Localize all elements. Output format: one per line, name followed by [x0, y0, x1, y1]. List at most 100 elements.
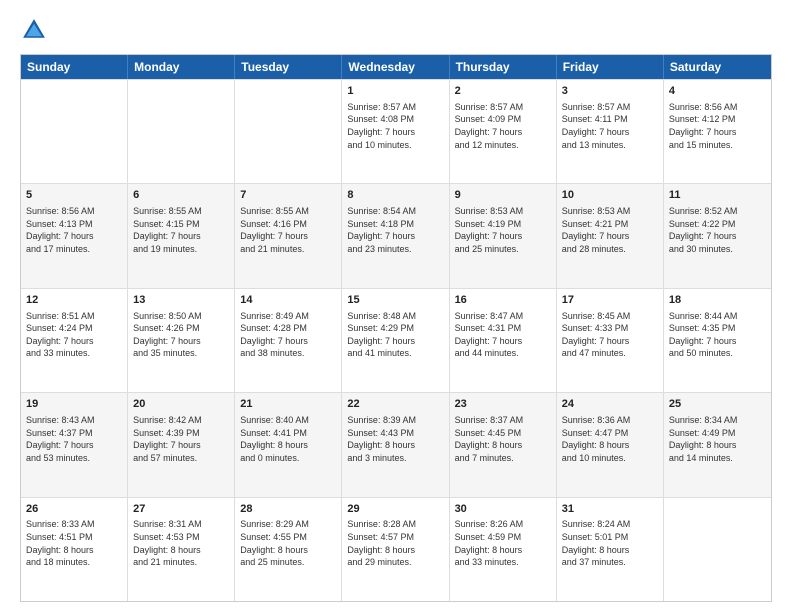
cell-text: Sunrise: 8:55 AM Sunset: 4:16 PM Dayligh… — [240, 205, 336, 255]
day-number: 3 — [562, 84, 658, 99]
cal-cell: 29Sunrise: 8:28 AM Sunset: 4:57 PM Dayli… — [342, 498, 449, 601]
day-number: 7 — [240, 188, 336, 203]
header-day-sunday: Sunday — [21, 55, 128, 79]
cell-text: Sunrise: 8:34 AM Sunset: 4:49 PM Dayligh… — [669, 414, 766, 464]
cell-text: Sunrise: 8:40 AM Sunset: 4:41 PM Dayligh… — [240, 414, 336, 464]
cal-cell: 5 Sunrise: 8:56 AM Sunset: 4:13 PM Daylig… — [21, 184, 128, 287]
cell-text: Sunrise: 8:31 AM Sunset: 4:53 PM Dayligh… — [133, 518, 229, 568]
day-number: 9 — [455, 188, 551, 203]
cal-cell: 7 Sunrise: 8:55 AM Sunset: 4:16 PM Daylig… — [235, 184, 342, 287]
header-day-thursday: Thursday — [450, 55, 557, 79]
cal-cell: 16 Sunrise: 8:47 AM Sunset: 4:31 PM Dayli… — [450, 289, 557, 392]
day-number: 31 — [562, 502, 658, 517]
cell-text: Sunrise: 8:39 AM Sunset: 4:43 PM Dayligh… — [347, 414, 443, 464]
cell-text: Sunrise: 8:47 AM Sunset: 4:31 PM Dayligh… — [455, 310, 551, 360]
cal-cell: 1Sunrise: 8:57 AM Sunset: 4:08 PM Daylig… — [342, 80, 449, 183]
cal-cell: 15Sunrise: 8:48 AM Sunset: 4:29 PM Dayli… — [342, 289, 449, 392]
cell-text: Sunrise: 8:33 AM Sunset: 4:51 PM Dayligh… — [26, 518, 122, 568]
calendar-row-1: 1Sunrise: 8:57 AM Sunset: 4:08 PM Daylig… — [21, 79, 771, 183]
cell-text: Sunrise: 8:56 AM Sunset: 4:12 PM Dayligh… — [669, 101, 766, 151]
day-number: 13 — [133, 293, 229, 308]
cal-cell: 27Sunrise: 8:31 AM Sunset: 4:53 PM Dayli… — [128, 498, 235, 601]
calendar: SundayMondayTuesdayWednesdayThursdayFrid… — [20, 54, 772, 602]
cal-cell: 19Sunrise: 8:43 AM Sunset: 4:37 PM Dayli… — [21, 393, 128, 496]
calendar-header: SundayMondayTuesdayWednesdayThursdayFrid… — [21, 55, 771, 79]
header-day-saturday: Saturday — [664, 55, 771, 79]
cell-text: Sunrise: 8:28 AM Sunset: 4:57 PM Dayligh… — [347, 518, 443, 568]
day-number: 14 — [240, 293, 336, 308]
cal-cell: 3 Sunrise: 8:57 AM Sunset: 4:11 PM Daylig… — [557, 80, 664, 183]
cell-text: Sunrise: 8:51 AM Sunset: 4:24 PM Dayligh… — [26, 310, 122, 360]
day-number: 28 — [240, 502, 336, 517]
cell-text: Sunrise: 8:37 AM Sunset: 4:45 PM Dayligh… — [455, 414, 551, 464]
cell-text: Sunrise: 8:24 AM Sunset: 5:01 PM Dayligh… — [562, 518, 658, 568]
cal-cell: 28Sunrise: 8:29 AM Sunset: 4:55 PM Dayli… — [235, 498, 342, 601]
cal-cell: 6 Sunrise: 8:55 AM Sunset: 4:15 PM Daylig… — [128, 184, 235, 287]
day-number: 26 — [26, 502, 122, 517]
cell-text: Sunrise: 8:36 AM Sunset: 4:47 PM Dayligh… — [562, 414, 658, 464]
day-number: 6 — [133, 188, 229, 203]
day-number: 16 — [455, 293, 551, 308]
calendar-row-3: 12 Sunrise: 8:51 AM Sunset: 4:24 PM Dayli… — [21, 288, 771, 392]
day-number: 27 — [133, 502, 229, 517]
day-number: 12 — [26, 293, 122, 308]
day-number: 4 — [669, 84, 766, 99]
logo — [20, 16, 52, 44]
cell-text: Sunrise: 8:55 AM Sunset: 4:15 PM Dayligh… — [133, 205, 229, 255]
cell-text: Sunrise: 8:56 AM Sunset: 4:13 PM Dayligh… — [26, 205, 122, 255]
cal-cell: 12 Sunrise: 8:51 AM Sunset: 4:24 PM Dayli… — [21, 289, 128, 392]
day-number: 20 — [133, 397, 229, 412]
cal-cell: 13 Sunrise: 8:50 AM Sunset: 4:26 PM Dayli… — [128, 289, 235, 392]
calendar-row-5: 26Sunrise: 8:33 AM Sunset: 4:51 PM Dayli… — [21, 497, 771, 601]
cell-text: Sunrise: 8:54 AM Sunset: 4:18 PM Dayligh… — [347, 205, 443, 255]
cal-cell: 25 Sunrise: 8:34 AM Sunset: 4:49 PM Dayli… — [664, 393, 771, 496]
cell-text: Sunrise: 8:29 AM Sunset: 4:55 PM Dayligh… — [240, 518, 336, 568]
cell-text: Sunrise: 8:50 AM Sunset: 4:26 PM Dayligh… — [133, 310, 229, 360]
cell-text: Sunrise: 8:26 AM Sunset: 4:59 PM Dayligh… — [455, 518, 551, 568]
day-number: 24 — [562, 397, 658, 412]
day-number: 2 — [455, 84, 551, 99]
day-number: 1 — [347, 84, 443, 99]
cell-text: Sunrise: 8:57 AM Sunset: 4:11 PM Dayligh… — [562, 101, 658, 151]
cal-cell: 26Sunrise: 8:33 AM Sunset: 4:51 PM Dayli… — [21, 498, 128, 601]
cal-cell: 20 Sunrise: 8:42 AM Sunset: 4:39 PM Dayli… — [128, 393, 235, 496]
day-number: 21 — [240, 397, 336, 412]
calendar-row-4: 19Sunrise: 8:43 AM Sunset: 4:37 PM Dayli… — [21, 392, 771, 496]
cal-cell — [235, 80, 342, 183]
cal-cell: 11Sunrise: 8:52 AM Sunset: 4:22 PM Dayli… — [664, 184, 771, 287]
cal-cell: 22Sunrise: 8:39 AM Sunset: 4:43 PM Dayli… — [342, 393, 449, 496]
cal-cell: 14 Sunrise: 8:49 AM Sunset: 4:28 PM Dayli… — [235, 289, 342, 392]
calendar-body: 1Sunrise: 8:57 AM Sunset: 4:08 PM Daylig… — [21, 79, 771, 601]
header-day-friday: Friday — [557, 55, 664, 79]
cell-text: Sunrise: 8:52 AM Sunset: 4:22 PM Dayligh… — [669, 205, 766, 255]
cal-cell: 31Sunrise: 8:24 AM Sunset: 5:01 PM Dayli… — [557, 498, 664, 601]
cell-text: Sunrise: 8:48 AM Sunset: 4:29 PM Dayligh… — [347, 310, 443, 360]
day-number: 10 — [562, 188, 658, 203]
cell-text: Sunrise: 8:44 AM Sunset: 4:35 PM Dayligh… — [669, 310, 766, 360]
header-day-tuesday: Tuesday — [235, 55, 342, 79]
day-number: 30 — [455, 502, 551, 517]
logo-icon — [20, 16, 48, 44]
cal-cell — [664, 498, 771, 601]
cal-cell: 4 Sunrise: 8:56 AM Sunset: 4:12 PM Daylig… — [664, 80, 771, 183]
day-number: 29 — [347, 502, 443, 517]
cal-cell: 17 Sunrise: 8:45 AM Sunset: 4:33 PM Dayli… — [557, 289, 664, 392]
cal-cell — [21, 80, 128, 183]
cal-cell: 18 Sunrise: 8:44 AM Sunset: 4:35 PM Dayli… — [664, 289, 771, 392]
day-number: 18 — [669, 293, 766, 308]
cal-cell: 23 Sunrise: 8:37 AM Sunset: 4:45 PM Dayli… — [450, 393, 557, 496]
cal-cell: 9Sunrise: 8:53 AM Sunset: 4:19 PM Daylig… — [450, 184, 557, 287]
cell-text: Sunrise: 8:49 AM Sunset: 4:28 PM Dayligh… — [240, 310, 336, 360]
cal-cell: 8Sunrise: 8:54 AM Sunset: 4:18 PM Daylig… — [342, 184, 449, 287]
cal-cell — [128, 80, 235, 183]
header-day-wednesday: Wednesday — [342, 55, 449, 79]
day-number: 25 — [669, 397, 766, 412]
cell-text: Sunrise: 8:43 AM Sunset: 4:37 PM Dayligh… — [26, 414, 122, 464]
day-number: 5 — [26, 188, 122, 203]
calendar-row-2: 5 Sunrise: 8:56 AM Sunset: 4:13 PM Daylig… — [21, 183, 771, 287]
page: SundayMondayTuesdayWednesdayThursdayFrid… — [0, 0, 792, 612]
cell-text: Sunrise: 8:42 AM Sunset: 4:39 PM Dayligh… — [133, 414, 229, 464]
day-number: 17 — [562, 293, 658, 308]
cell-text: Sunrise: 8:45 AM Sunset: 4:33 PM Dayligh… — [562, 310, 658, 360]
day-number: 23 — [455, 397, 551, 412]
